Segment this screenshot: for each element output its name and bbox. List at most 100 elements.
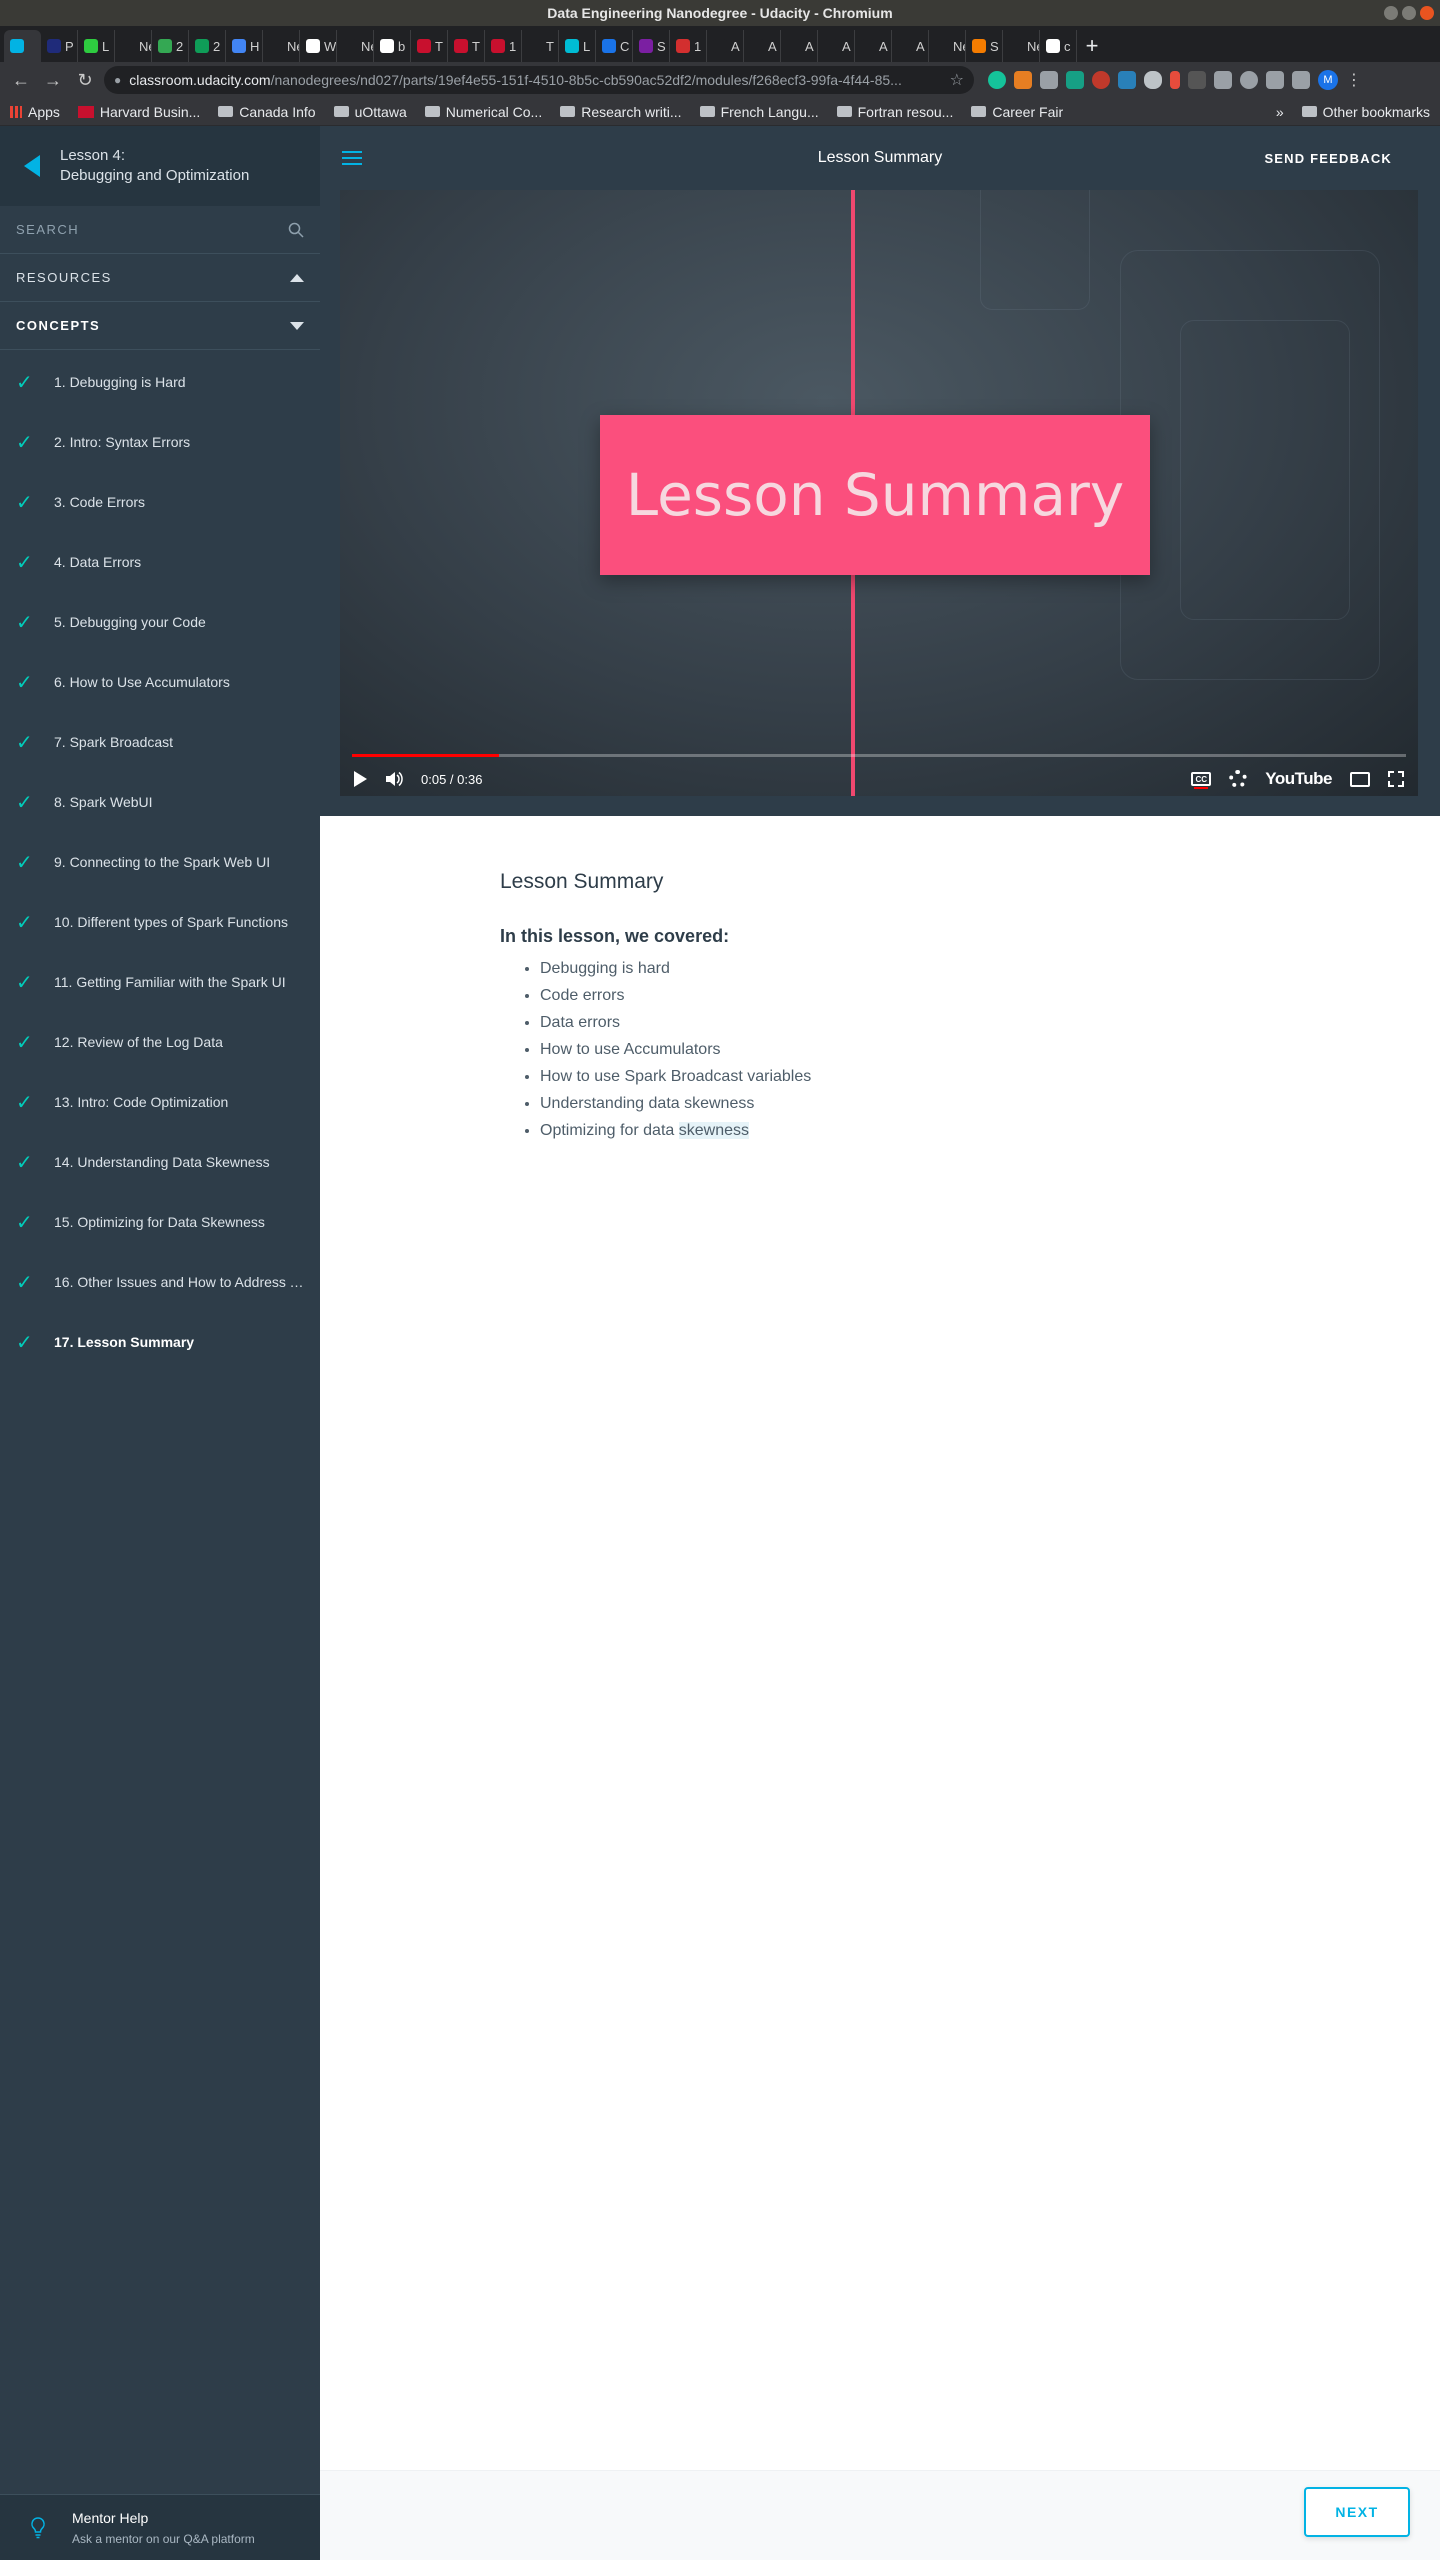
browser-tab[interactable]: 1	[485, 30, 522, 62]
browser-tab[interactable]: 2	[189, 30, 226, 62]
browser-tab[interactable]: New	[263, 30, 300, 62]
concept-label: 14. Understanding Data Skewness	[54, 1154, 270, 1170]
concept-item[interactable]: ✓ 11. Getting Familiar with the Spark UI	[0, 952, 320, 1012]
bookmark-folder[interactable]: uOttawa	[333, 104, 407, 120]
extension-icon[interactable]	[1014, 71, 1032, 89]
browser-tab[interactable]: L	[78, 30, 115, 62]
puzzle-extensions-icon[interactable]	[1214, 71, 1232, 89]
concept-item[interactable]: ✓ 1. Debugging is Hard	[0, 352, 320, 412]
bookmark-item[interactable]: Harvard Busin...	[77, 104, 200, 120]
bookmark-folder[interactable]: French Langu...	[699, 104, 819, 120]
browser-tab[interactable]: S	[633, 30, 670, 62]
browser-tab[interactable]: T	[411, 30, 448, 62]
cloud-extension-icon[interactable]	[1144, 71, 1162, 89]
browser-tab[interactable]: L	[559, 30, 596, 62]
sidebar-search[interactable]: SEARCH	[0, 206, 320, 254]
browser-tab[interactable]: W	[300, 30, 337, 62]
extension-icon[interactable]	[1170, 71, 1180, 89]
browser-tab[interactable]: A	[781, 30, 818, 62]
concept-item[interactable]: ✓ 7. Spark Broadcast	[0, 712, 320, 772]
browser-tab[interactable]: New	[115, 30, 152, 62]
reload-button[interactable]: ↻	[72, 67, 98, 93]
concept-item[interactable]: ✓ 8. Spark WebUI	[0, 772, 320, 832]
browser-tab[interactable]: c	[1040, 30, 1077, 62]
concept-item[interactable]: ✓ 15. Optimizing for Data Skewness	[0, 1192, 320, 1252]
browser-tab[interactable]: A	[892, 30, 929, 62]
concept-item[interactable]: ✓ 13. Intro: Code Optimization	[0, 1072, 320, 1132]
media-icon[interactable]	[1266, 71, 1284, 89]
extension-icon[interactable]	[1066, 71, 1084, 89]
settings-gear-icon[interactable]	[1229, 770, 1248, 788]
bookmark-folder[interactable]: Canada Info	[218, 104, 316, 120]
bookmark-folder[interactable]: Research writi...	[560, 104, 682, 120]
browser-tab[interactable]: A	[707, 30, 744, 62]
bookmark-star-icon[interactable]: ☆	[950, 70, 964, 90]
reading-list-icon[interactable]	[1292, 71, 1310, 89]
extension-icon[interactable]	[1188, 71, 1206, 89]
concept-item[interactable]: ✓ 12. Review of the Log Data	[0, 1012, 320, 1072]
captions-icon[interactable]: CC	[1191, 772, 1212, 789]
extension-icon[interactable]	[1118, 71, 1136, 89]
concept-item[interactable]: ✓ 4. Data Errors	[0, 532, 320, 592]
concepts-toggle[interactable]: CONCEPTS	[0, 302, 320, 350]
volume-icon[interactable]	[385, 771, 403, 787]
bookmark-folder[interactable]: Fortran resou...	[836, 104, 953, 120]
youtube-logo[interactable]: YouTube	[1265, 769, 1332, 789]
browser-tab[interactable]: New	[1003, 30, 1040, 62]
minimize-button[interactable]	[1384, 6, 1398, 20]
send-feedback-button[interactable]: SEND FEEDBACK	[1264, 151, 1392, 166]
concept-item[interactable]: ✓ 16. Other Issues and How to Address The…	[0, 1252, 320, 1312]
fullscreen-icon[interactable]	[1388, 771, 1404, 787]
document-extension-icon[interactable]	[1040, 71, 1058, 89]
browser-tab[interactable]: P	[41, 30, 78, 62]
browser-tab[interactable]: A	[855, 30, 892, 62]
concept-item[interactable]: ✓ 14. Understanding Data Skewness	[0, 1132, 320, 1192]
cast-icon[interactable]	[1350, 771, 1370, 787]
back-button[interactable]: ←	[8, 67, 34, 93]
menu-dots-icon[interactable]: ⋮	[1346, 70, 1362, 90]
next-button[interactable]: NEXT	[1304, 2487, 1410, 2537]
concept-item[interactable]: ✓ 3. Code Errors	[0, 472, 320, 532]
browser-tab[interactable]: T	[522, 30, 559, 62]
other-bookmarks-folder[interactable]: Other bookmarks	[1301, 104, 1430, 120]
browser-tab[interactable]: b	[374, 30, 411, 62]
concept-item[interactable]: ✓ 9. Connecting to the Spark Web UI	[0, 832, 320, 892]
back-arrow-icon[interactable]	[24, 155, 40, 177]
browser-tab[interactable]: New	[929, 30, 966, 62]
browser-tab[interactable]: 1	[670, 30, 707, 62]
video-player[interactable]: Lesson Summary 0:05 / 0:36 CC YouTube	[340, 190, 1418, 796]
hamburger-menu-icon[interactable]	[342, 151, 362, 165]
concept-item[interactable]: ✓ 5. Debugging your Code	[0, 592, 320, 652]
profile-avatar[interactable]: M	[1318, 70, 1338, 90]
history-icon[interactable]	[1240, 71, 1258, 89]
resources-toggle[interactable]: RESOURCES	[0, 254, 320, 302]
browser-tab[interactable]: T	[448, 30, 485, 62]
address-bar[interactable]: ● classroom.udacity.com/nanodegrees/nd02…	[104, 66, 974, 94]
concept-item[interactable]: ✓ 2. Intro: Syntax Errors	[0, 412, 320, 472]
concept-item[interactable]: ✓ 10. Different types of Spark Functions	[0, 892, 320, 952]
maximize-button[interactable]	[1402, 6, 1416, 20]
browser-tab[interactable]	[4, 30, 41, 62]
bookmark-folder[interactable]: Numerical Co...	[424, 104, 542, 120]
concept-item[interactable]: ✓ 17. Lesson Summary	[0, 1312, 320, 1372]
mentor-help[interactable]: Mentor Help Ask a mentor on our Q&A plat…	[0, 2494, 320, 2560]
concept-item[interactable]: ✓ 6. How to Use Accumulators	[0, 652, 320, 712]
browser-tab[interactable]: A	[818, 30, 855, 62]
bookmark-folder[interactable]: Career Fair	[971, 104, 1063, 120]
extension-icon[interactable]	[1092, 71, 1110, 89]
forward-button[interactable]: →	[40, 67, 66, 93]
bookmark-apps[interactable]: Apps	[10, 104, 60, 120]
more-bookmarks-button[interactable]: »	[1276, 104, 1284, 120]
lesson-header[interactable]: Lesson 4: Debugging and Optimization	[0, 126, 320, 206]
browser-tab[interactable]: S	[966, 30, 1003, 62]
browser-tab[interactable]: 2	[152, 30, 189, 62]
browser-tab[interactable]: H	[226, 30, 263, 62]
play-icon[interactable]	[354, 771, 367, 787]
video-progress-bar[interactable]	[352, 754, 1406, 757]
browser-tab[interactable]: C	[596, 30, 633, 62]
browser-tab[interactable]: A	[744, 30, 781, 62]
new-tab-button[interactable]: +	[1077, 30, 1107, 62]
browser-tab[interactable]: New	[337, 30, 374, 62]
grammarly-extension-icon[interactable]	[988, 71, 1006, 89]
close-window-button[interactable]	[1420, 6, 1434, 20]
